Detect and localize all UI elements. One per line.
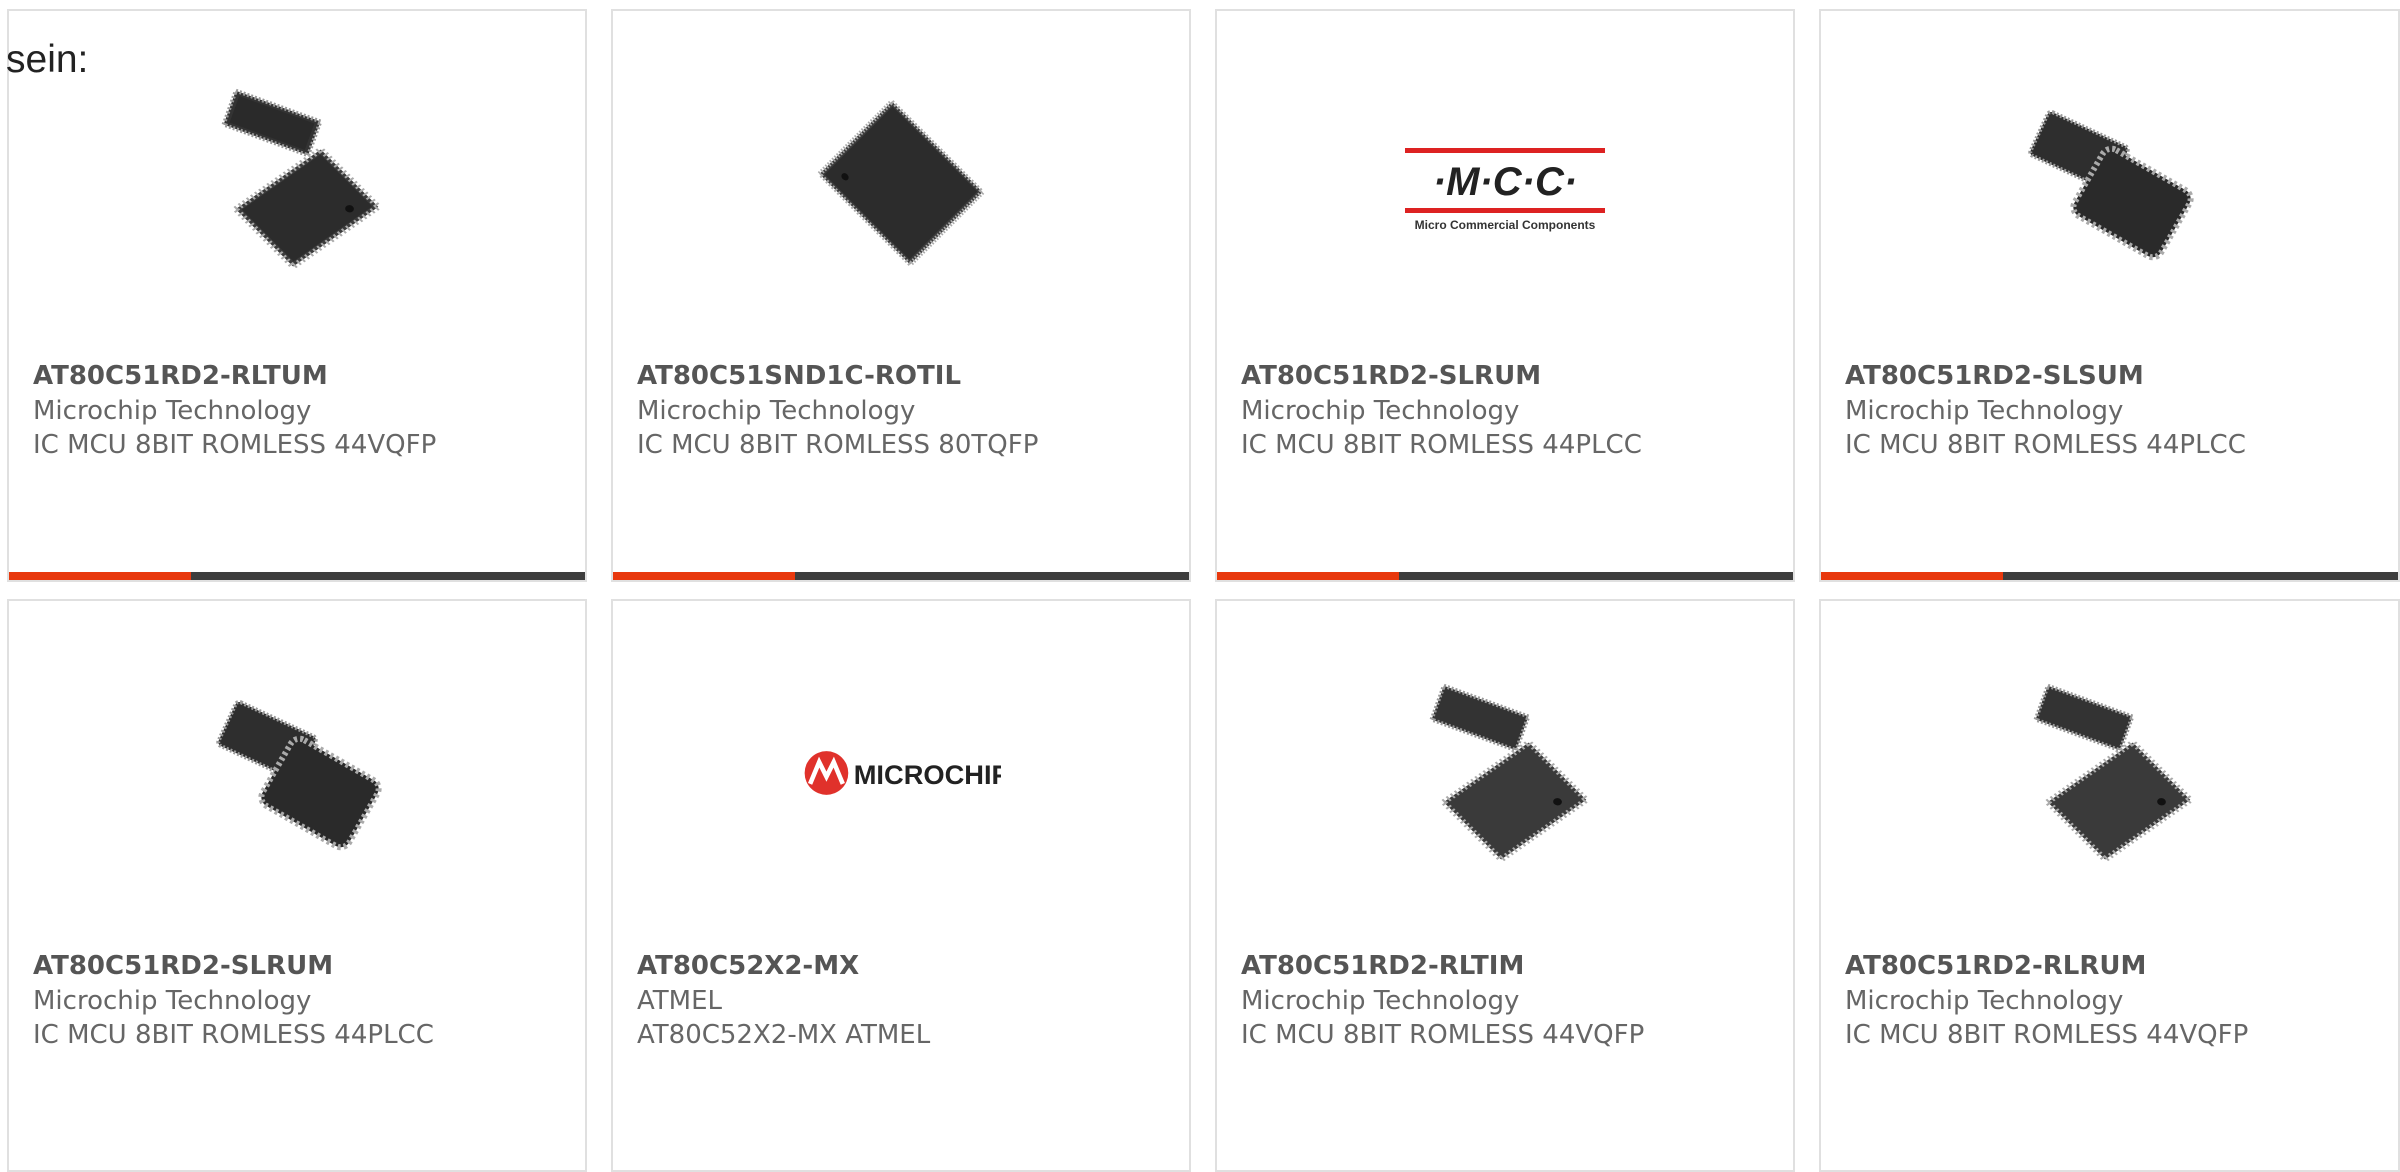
part-number[interactable]: AT80C51RD2-SLRUM [1241,361,1541,391]
product-card[interactable]: AT80C51RD2-RLTUM Microchip Technology IC… [7,9,587,582]
manufacturer: Microchip Technology [33,986,312,1016]
description: IC MCU 8BIT ROMLESS 44VQFP [1241,1020,1645,1050]
description: IC MCU 8BIT ROMLESS 44PLCC [1845,430,2246,460]
description: IC MCU 8BIT ROMLESS 44VQFP [33,430,437,460]
chip-image [197,673,397,873]
part-number[interactable]: AT80C51SND1C-ROTIL [637,361,961,391]
description: IC MCU 8BIT ROMLESS 44PLCC [1241,430,1642,460]
intro-text: sein: [6,38,89,81]
card-bar [1217,572,1793,580]
product-card[interactable]: AT80C51RD2-SLRUM Microchip Technology IC… [7,599,587,1172]
mcc-logo-subtext: Micro Commercial Components [1415,218,1596,232]
part-number[interactable]: AT80C51RD2-RLRUM [1845,951,2146,981]
manufacturer: Microchip Technology [1845,396,2124,426]
product-card[interactable]: MICROCHIP AT80C52X2-MX ATMEL AT80C52X2-M… [611,599,1191,1172]
card-bar-accent [9,572,191,580]
description: IC MCU 8BIT ROMLESS 80TQFP [637,430,1039,460]
card-bar [9,572,585,580]
manufacturer: Microchip Technology [1241,396,1520,426]
microchip-logo: MICROCHIP [801,673,1001,873]
part-number[interactable]: AT80C52X2-MX [637,951,859,981]
mcc-logo-text: ·M·C·C· [1433,160,1577,204]
description: IC MCU 8BIT ROMLESS 44VQFP [1845,1020,2249,1050]
product-card[interactable]: AT80C51RD2-RLTIM Microchip Technology IC… [1215,599,1795,1172]
part-number[interactable]: AT80C51RD2-RLTIM [1241,951,1524,981]
manufacturer: ATMEL [637,986,722,1016]
chip-image [197,83,397,283]
mcc-logo: ·M·C·C· Micro Commercial Components [1405,83,1605,283]
chip-image [801,83,1001,283]
description: IC MCU 8BIT ROMLESS 44PLCC [33,1020,434,1050]
manufacturer: Microchip Technology [33,396,312,426]
chip-image [2009,83,2209,283]
card-bar-accent [613,572,795,580]
manufacturer: Microchip Technology [1845,986,2124,1016]
description: AT80C52X2-MX ATMEL [637,1020,931,1050]
part-number[interactable]: AT80C51RD2-SLRUM [33,951,333,981]
manufacturer: Microchip Technology [1241,986,1520,1016]
chip-image [1405,673,1605,873]
microchip-logo-text: MICROCHIP [854,759,1001,790]
product-card[interactable]: AT80C51RD2-SLSUM Microchip Technology IC… [1819,9,2400,582]
product-card[interactable]: AT80C51SND1C-ROTIL Microchip Technology … [611,9,1191,582]
card-bar [613,572,1189,580]
part-number[interactable]: AT80C51RD2-SLSUM [1845,361,2144,391]
part-number[interactable]: AT80C51RD2-RLTUM [33,361,328,391]
manufacturer: Microchip Technology [637,396,916,426]
product-card[interactable]: ·M·C·C· Micro Commercial Components AT80… [1215,9,1795,582]
product-card[interactable]: AT80C51RD2-RLRUM Microchip Technology IC… [1819,599,2400,1172]
card-bar-accent [1217,572,1399,580]
card-bar-accent [1821,572,2003,580]
chip-image [2009,673,2209,873]
card-bar [1821,572,2398,580]
